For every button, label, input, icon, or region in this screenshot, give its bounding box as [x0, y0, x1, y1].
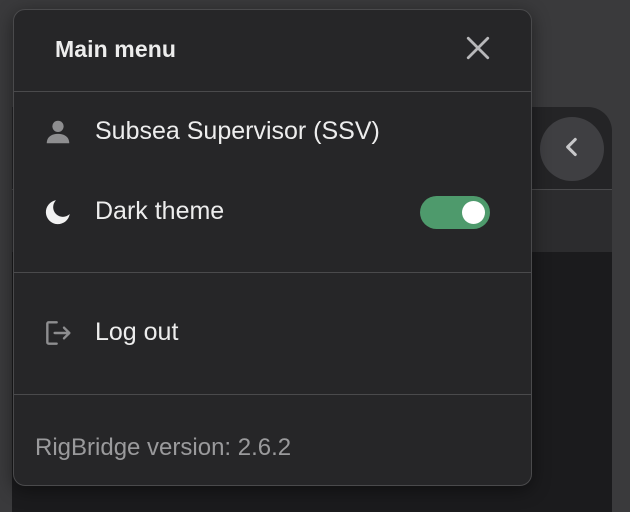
person-icon	[42, 116, 74, 148]
logout-label: Log out	[95, 318, 179, 346]
menu-divider	[14, 272, 531, 273]
menu-divider	[14, 394, 531, 395]
chevron-left-icon	[559, 134, 585, 165]
close-icon	[465, 35, 491, 66]
app-version: RigBridge version: 2.6.2	[35, 434, 292, 461]
collapse-panel-button[interactable]	[540, 117, 604, 181]
menu-title: Main menu	[55, 36, 177, 62]
menu-header: Main menu	[14, 10, 531, 92]
logout-button[interactable]: Log out	[14, 301, 531, 365]
moon-icon	[42, 196, 74, 228]
main-menu: Main menu Subsea Supervisor (SSV) Dark t…	[13, 9, 532, 486]
logout-icon	[42, 317, 74, 349]
dark-theme-toggle[interactable]	[420, 196, 490, 229]
user-role-label: Subsea Supervisor (SSV)	[95, 117, 380, 145]
dark-theme-label: Dark theme	[95, 197, 225, 225]
toggle-knob	[462, 201, 485, 224]
user-role-row: Subsea Supervisor (SSV)	[14, 100, 531, 164]
close-button[interactable]	[460, 32, 496, 68]
